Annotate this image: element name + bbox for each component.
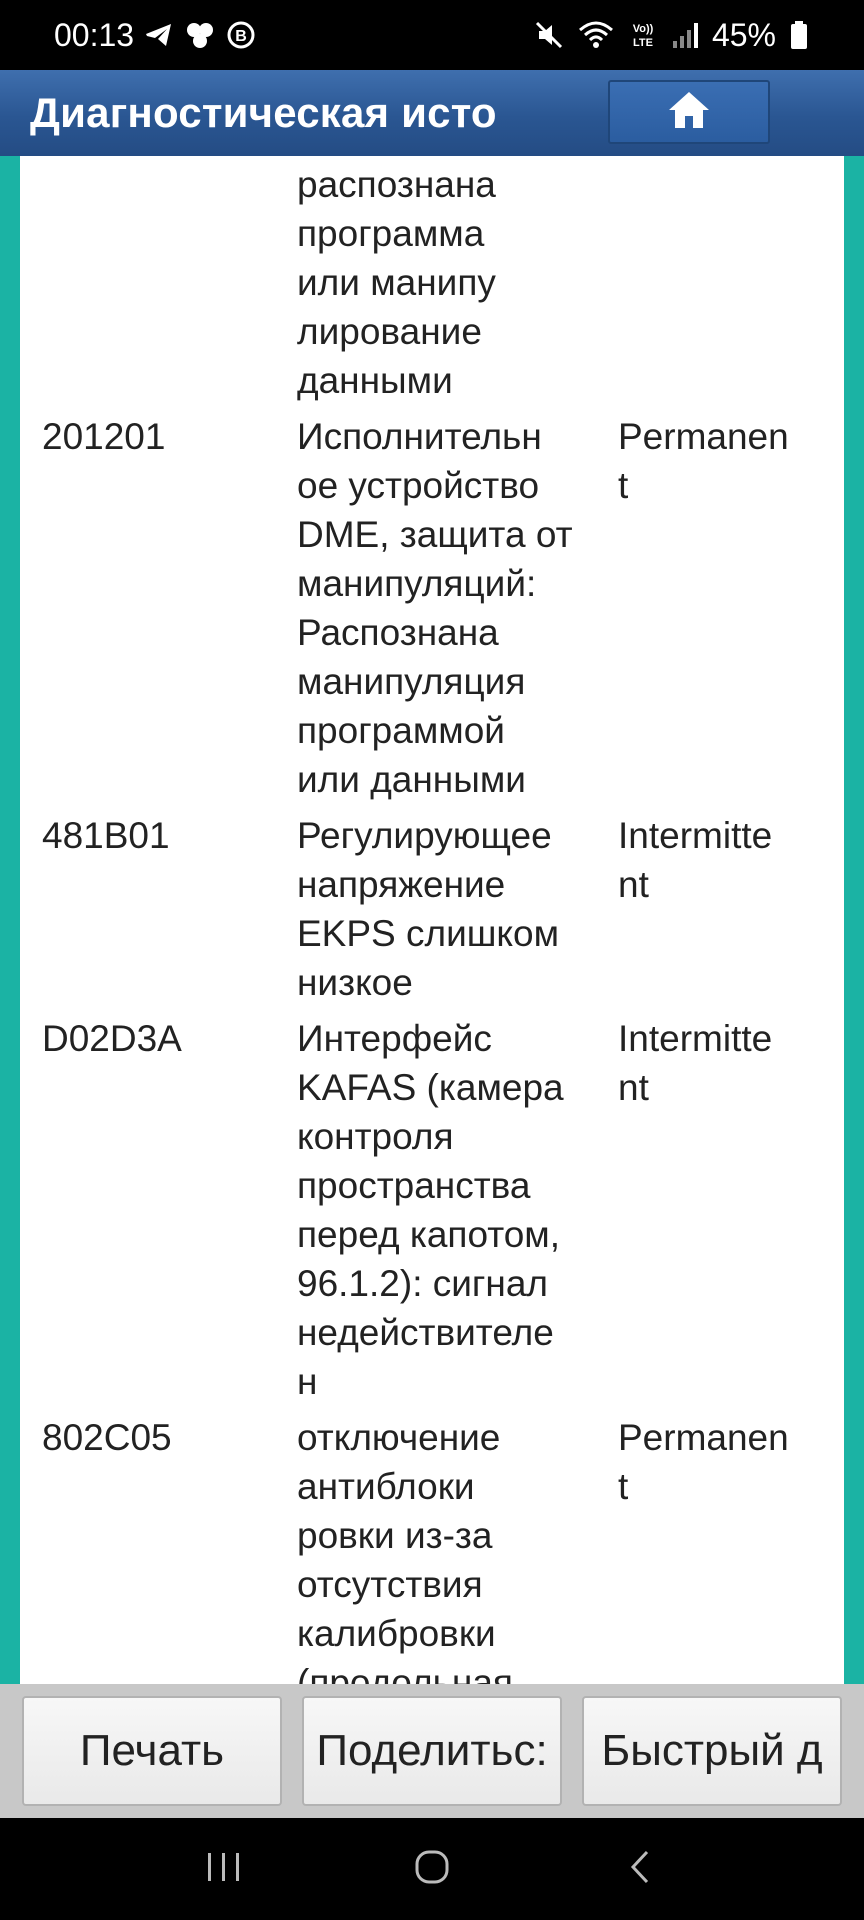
fault-description-line: пространства [297, 1165, 531, 1206]
nav-home-button[interactable] [387, 1839, 477, 1899]
fault-description-line: DME, защита от [297, 514, 573, 555]
signal-icon [672, 21, 698, 49]
fault-description-line: лирование [297, 311, 482, 352]
quick-test-button-label: Быстрый д [601, 1726, 823, 1775]
app-icon [184, 21, 216, 49]
fault-description-line: KAFAS (камера [297, 1067, 564, 1108]
fault-description-line: Регулирующее [297, 815, 552, 856]
volte-icon: Vo)) LTE [628, 20, 658, 50]
content-frame: манипуляций: распознана программа или манип… [0, 156, 864, 1684]
wifi-icon [578, 20, 614, 50]
recents-button[interactable] [179, 1839, 269, 1899]
b-circle-icon: B [226, 20, 256, 50]
fault-description-line: отключение [297, 1417, 501, 1458]
battery-level: 45% [711, 16, 776, 53]
fault-description-line: (продольная [297, 1662, 513, 1684]
svg-text:LTE: LTE [633, 37, 653, 49]
fault-type-line: Permanen [618, 1417, 789, 1458]
fault-description-line: антиблоки [297, 1466, 475, 1507]
fault-description-line: перед капотом, [297, 1214, 561, 1255]
fault-code [20, 156, 277, 405]
fault-description-line: Распознана [297, 612, 499, 653]
status-right: Vo)) LTE 45% [534, 17, 808, 54]
fault-code: 201201 [42, 416, 166, 457]
fault-code: 802C05 [42, 1417, 172, 1458]
fault-description: Исполнительн ое устройство DME, защита от м… [277, 412, 600, 804]
fault-description: Регулирующее напряжение EKPS слишком низкое [277, 811, 600, 1007]
fault-description-line: ое устройство [297, 465, 540, 506]
table-row: D02D3A Интерфейс KAFAS (камера контроля прос… [20, 1014, 844, 1406]
table-row: 802C05 отключение антиблоки ровки из-за отсу… [20, 1413, 844, 1684]
fault-code: D02D3A [42, 1018, 182, 1059]
battery-icon [790, 20, 808, 50]
fault-description-line: манипуляция [297, 661, 526, 702]
fault-description-line: калибровки [297, 1613, 496, 1654]
fault-type: Intermitte nt [600, 1014, 844, 1406]
fault-description-line: EKPS слишком [297, 913, 560, 954]
home-circle-icon [414, 1849, 450, 1890]
mute-icon [534, 20, 564, 50]
fault-rows: манипуляций: распознана программа или манип… [20, 156, 844, 1684]
home-button[interactable] [608, 80, 770, 144]
status-time: 00:13 [54, 16, 135, 53]
fault-type-line: nt [618, 864, 649, 905]
home-icon [667, 90, 711, 135]
telegram-icon [144, 21, 174, 49]
fault-type: Permanen t [600, 1413, 844, 1684]
svg-text:Vo)): Vo)) [633, 23, 654, 35]
table-row: манипуляций:распознанапрограммаили манип… [20, 156, 844, 405]
print-button-label: Печать [79, 1726, 225, 1775]
print-button[interactable]: Печать [22, 1696, 282, 1806]
fault-type: Permanen t [600, 412, 844, 804]
share-button-label: Поделитьс: [316, 1726, 548, 1775]
fault-description-line: распознана [297, 164, 496, 205]
fault-description: манипуляций:распознанапрограммаили манип… [277, 156, 600, 405]
fault-description-line: манипуляций: [297, 563, 537, 604]
fault-description-line: недействителе [297, 1312, 554, 1353]
fault-description-line: Интерфейс [297, 1018, 492, 1059]
fault-description-line: напряжение [297, 864, 506, 905]
back-button[interactable] [595, 1839, 685, 1899]
quick-test-button[interactable]: Быстрый д [582, 1696, 842, 1806]
fault-type-line: t [618, 465, 629, 506]
fault-description-line: данными [297, 360, 453, 401]
recents-icon [206, 1851, 242, 1888]
fault-code: 481B01 [42, 815, 170, 856]
fault-type-line: Permanen [618, 416, 789, 457]
fault-description-line: или данными [297, 759, 526, 800]
fault-description-line: 96.1.2): сигнал [297, 1263, 549, 1304]
fault-description-line: контроля [297, 1116, 454, 1157]
fault-description-line: отсутствия [297, 1564, 483, 1605]
fault-type-line: Intermitte [618, 1018, 773, 1059]
table-row: 201201 Исполнительн ое устройство DME, защи… [20, 412, 844, 804]
svg-text:B: B [235, 28, 247, 45]
fault-type-line: t [618, 1466, 629, 1507]
fault-table[interactable]: манипуляций: распознана программа или манип… [20, 156, 844, 1684]
fault-type-line: nt [618, 1067, 649, 1108]
share-button[interactable]: Поделитьс: [302, 1696, 562, 1806]
fault-description-line: программой [297, 710, 505, 751]
fault-type: t [600, 156, 844, 405]
fault-type: Intermitte nt [600, 811, 844, 1007]
status-bar: 00:13 B Vo)) LTE 45% [0, 0, 864, 70]
fault-type-line: t [618, 156, 844, 160]
app-header: Диагностическая исто [0, 70, 864, 156]
fault-type-line: Intermitte [618, 815, 773, 856]
back-icon [628, 1849, 652, 1890]
bottom-toolbar: Печать Поделитьс: Быстрый д [0, 1684, 864, 1818]
page-title: Диагностическая исто [30, 89, 497, 136]
status-left: 00:13 B [54, 17, 256, 54]
fault-description-line: Исполнительн [297, 416, 542, 457]
fault-description: Интерфейс KAFAS (камера контроля пространст… [277, 1014, 600, 1406]
fault-description: отключение антиблоки ровки из-за отсутствия… [277, 1413, 600, 1684]
table-row: 481B01 Регулирующее напряжение EKPS слишком… [20, 811, 844, 1007]
system-nav-bar [0, 1818, 864, 1920]
fault-description-line: низкое [297, 962, 413, 1003]
fault-description-line: программа [297, 213, 485, 254]
fault-description-line: н [297, 1361, 318, 1402]
fault-description-line: или манипу [297, 262, 496, 303]
fault-description-line: ровки из-за [297, 1515, 493, 1556]
